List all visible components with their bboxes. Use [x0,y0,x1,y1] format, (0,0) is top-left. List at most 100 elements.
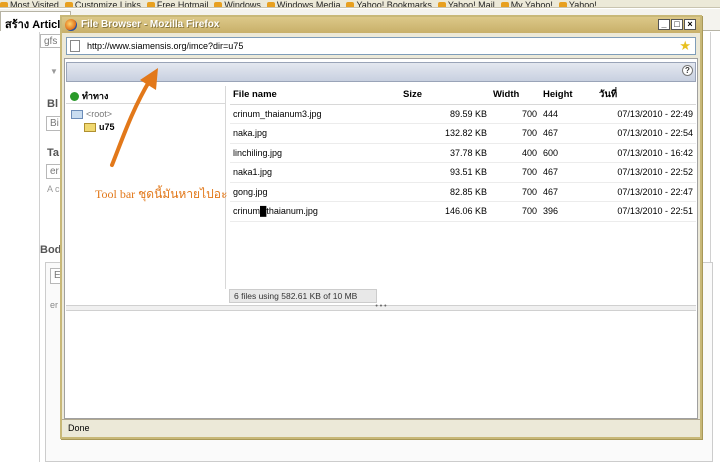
bookmark-icon [346,1,355,7]
bookmark-icon [558,1,567,7]
maximize-button[interactable]: □ [671,19,683,30]
file-height: 600 [540,143,596,163]
pane-splitter[interactable]: • • • [66,303,696,311]
bookmark-label: Free Hotmail [156,0,209,8]
file-row[interactable]: crinum█thaianum.jpg 146.06 KB 700 396 07/13/… [230,201,696,222]
header-height[interactable]: Height [540,86,596,105]
annotation-text: Tool bar ชุดนี้มันหายไปอะ [95,187,228,201]
file-name: gong.jpg [230,182,400,202]
file-table: File name Size Width Height วันที่ crinu… [230,86,696,222]
file-name: linchiling.jpg [230,143,400,163]
file-height: 467 [540,182,596,202]
bookmark-star-icon[interactable]: ★ [679,38,691,54]
minimize-button[interactable]: _ [658,19,670,30]
file-height: 444 [540,104,596,124]
bookmark-label: Most Visited [10,0,59,8]
file-height: 396 [540,201,596,222]
bookmark-item[interactable]: Yahoo! Bookmarks [346,0,432,8]
background-label-bl: Bl [47,98,58,110]
file-date: 07/13/2010 - 22:54 [596,123,696,144]
file-date: 07/13/2010 - 22:47 [596,182,696,202]
file-name: crinum█thaianum.jpg [230,201,400,222]
file-status: 6 files using 582.61 KB of 10 MB [229,289,377,303]
tree-icon [70,92,79,102]
imce-toolbar: ? [66,62,696,82]
file-size: 146.06 KB [400,201,490,222]
address-bar[interactable]: http://www.siamensis.org/imce?dir=u75 ★ [66,37,696,55]
file-size: 132.82 KB [400,123,490,144]
bookmark-icon [214,1,223,7]
file-row[interactable]: crinum_thaianum3.jpg 89.59 KB 700 444 07/13/… [230,104,696,124]
file-date: 07/13/2010 - 22:52 [596,162,696,183]
file-name: naka.jpg [230,123,400,144]
file-row[interactable]: naka1.jpg 93.51 KB 700 467 07/13/2010 - 22:5… [230,162,696,183]
bookmark-item[interactable]: Customize Links [64,1,141,7]
navigation-title: ทำทาง [82,91,109,101]
nav-root-label: <root> [86,109,113,119]
bookmark-item[interactable]: Yahoo! [558,0,597,8]
bookmark-label: Windows [224,0,261,8]
file-size: 82.85 KB [400,182,490,202]
header-size[interactable]: Size [400,86,490,105]
background-hint: A c [47,184,60,194]
window-controls: _ □ × [657,19,696,30]
browser-status-bar: Done [62,419,700,437]
bookmark-item[interactable]: Most Visited [0,0,59,8]
file-row[interactable]: gong.jpg 82.85 KB 700 467 07/13/2010 - 22:47 [230,182,696,202]
file-size: 93.51 KB [400,162,490,183]
bookmark-label: Yahoo! Bookmarks [356,0,432,8]
nav-item-root[interactable]: <root> [71,109,113,120]
file-row[interactable]: linchiling.jpg 37.78 KB 400 600 07/13/2010 -… [230,143,696,163]
nav-item-u75[interactable]: u75 [84,122,115,133]
bookmark-icon [146,1,155,7]
background-label-ta: Ta [47,147,60,159]
nav-folder-label: u75 [99,122,115,132]
file-list-pane: File name Size Width Height วันที่ crinu… [230,86,696,289]
header-file-name[interactable]: File name [230,86,400,105]
file-height: 467 [540,123,596,144]
bookmark-icon [500,1,509,7]
url-text: http://www.siamensis.org/imce?dir=u75 [87,41,244,51]
bookmark-label: Yahoo! [568,0,597,8]
background-editor-text: er [50,300,59,310]
file-name: crinum_thaianum3.jpg [230,104,400,124]
background-label-bod: Bod [40,244,62,256]
bookmark-item[interactable]: Windows [214,0,261,8]
folder-icon [71,110,83,120]
bookmark-icon [64,1,73,7]
bookmark-item[interactable]: Free Hotmail [146,0,209,8]
file-size: 89.59 KB [400,104,490,124]
bookmark-label: My Yahoo! [510,0,553,8]
bookmark-icon [437,1,446,7]
bookmark-item[interactable]: My Yahoo! [500,0,553,8]
imce-content: ? ทำทาง <root> u75 File name Size Width [64,58,698,419]
file-row[interactable]: naka.jpg 132.82 KB 700 467 07/13/2010 - 22:5… [230,123,696,144]
open-folder-icon [84,123,96,133]
file-date: 07/13/2010 - 16:42 [596,143,696,163]
window-title: File Browser - Mozilla Firefox [81,19,220,30]
status-text: Done [68,423,90,433]
file-date: 07/13/2010 - 22:51 [596,201,696,222]
help-icon[interactable]: ? [682,65,693,76]
file-width: 400 [490,143,540,163]
bookmark-icon [266,1,275,7]
bookmark-item[interactable]: Windows Media [266,0,341,8]
bookmark-item[interactable]: Yahoo! Mail [437,0,495,8]
bookmark-label: Windows Media [276,0,341,8]
background-collapse-icon: ▼ [50,67,58,76]
bookmarks-bar: Most Visited Customize Links Free Hotmail W… [0,0,720,8]
file-name: naka1.jpg [230,162,400,183]
bookmark-icon [0,1,8,7]
file-date: 07/13/2010 - 22:49 [596,104,696,124]
navigation-header: ทำทาง [66,86,225,104]
file-table-header: File name Size Width Height วันที่ [230,86,696,105]
header-width[interactable]: Width [490,86,540,105]
file-browser-window: File Browser - Mozilla Firefox _ □ × http:… [60,15,702,439]
close-button[interactable]: × [684,19,696,30]
file-size: 37.78 KB [400,143,490,163]
window-titlebar[interactable]: File Browser - Mozilla Firefox _ □ × [62,17,700,33]
header-date[interactable]: วันที่ [596,86,696,105]
bookmark-label: Yahoo! Mail [447,0,495,8]
file-width: 700 [490,123,540,144]
file-height: 467 [540,162,596,183]
